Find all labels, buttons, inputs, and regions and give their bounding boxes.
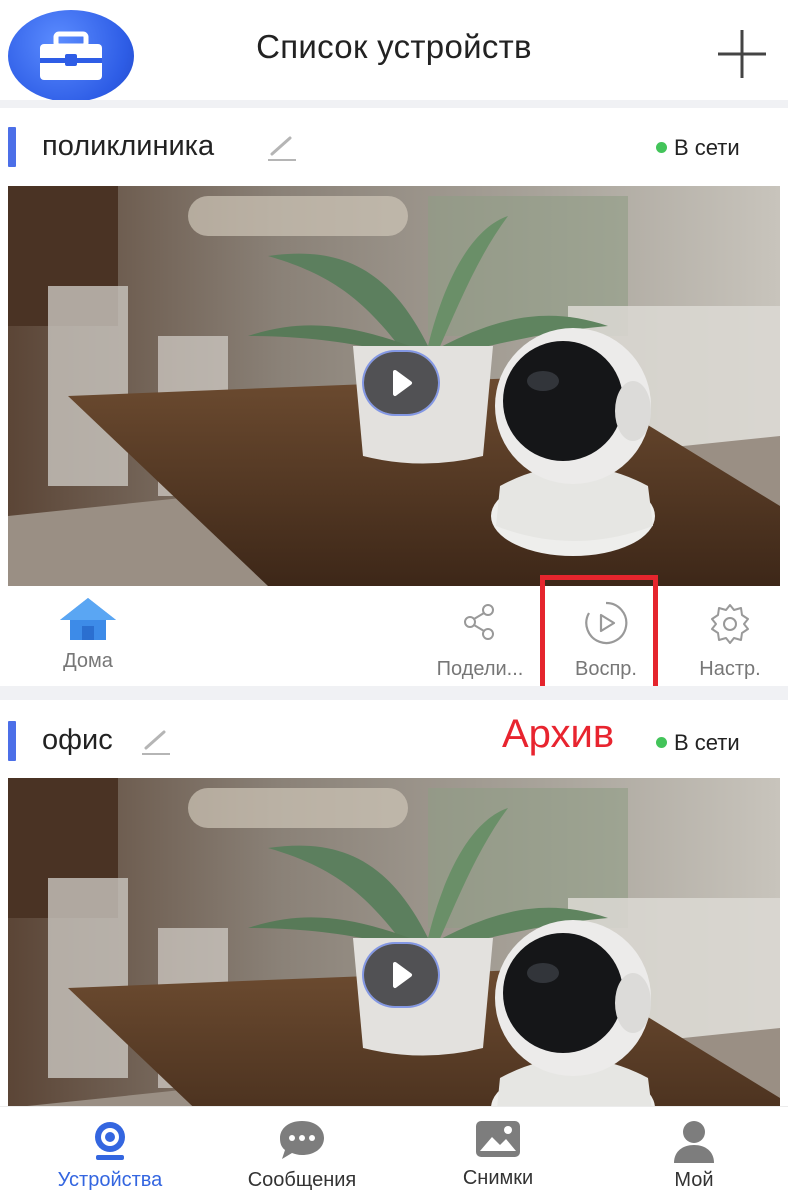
play-button[interactable] — [364, 944, 438, 1006]
webcam-icon — [95, 1122, 125, 1160]
device-name: поликлиника — [42, 130, 215, 162]
nav-mine-label: Мой — [674, 1169, 714, 1191]
divider — [0, 100, 788, 108]
playback-highlight-annotation — [540, 575, 658, 695]
accent-bar — [8, 127, 16, 167]
play-icon — [393, 962, 412, 988]
video-preview-poliklinika[interactable] — [8, 186, 780, 586]
bottom-navigation: Устройства Сообщения Снимки Мой — [0, 1106, 788, 1195]
nav-snapshots-label: Снимки — [462, 1167, 534, 1189]
nav-messages-label: Сообщения — [247, 1169, 357, 1191]
plus-icon — [718, 30, 766, 78]
edit-name-button[interactable] — [266, 130, 300, 164]
pencil-icon — [142, 730, 170, 755]
status-text: В сети — [674, 135, 740, 160]
accent-bar — [8, 721, 16, 761]
share-icon — [464, 604, 494, 640]
share-label: Подели... — [436, 658, 524, 680]
house-icon — [60, 598, 116, 640]
user-icon — [674, 1121, 714, 1163]
add-device-button[interactable] — [712, 24, 772, 84]
play-icon — [393, 370, 412, 396]
archive-annotation: Архив — [502, 712, 615, 756]
edit-name-button[interactable] — [140, 724, 174, 758]
status-badge: В сети — [656, 730, 740, 756]
nav-messages[interactable]: Сообщения — [232, 1113, 372, 1193]
gear-icon — [711, 604, 749, 644]
video-preview-ofis[interactable] — [8, 778, 780, 1106]
online-dot — [656, 141, 667, 153]
share-button[interactable]: Подели... — [428, 596, 532, 680]
device-header-poliklinika[interactable]: поликлиника В сети — [0, 108, 788, 186]
pencil-icon — [268, 136, 296, 161]
play-button[interactable] — [364, 352, 438, 414]
divider — [0, 686, 788, 700]
page-title: Список устройств — [256, 28, 532, 65]
nav-snapshots[interactable]: Снимки — [428, 1113, 568, 1193]
nav-devices[interactable]: Устройства — [40, 1113, 180, 1193]
home-mode-button[interactable]: Дома — [38, 596, 138, 676]
status-text: В сети — [674, 730, 740, 755]
online-dot — [656, 736, 667, 748]
device-header-ofis[interactable]: офис Архив В сети — [0, 700, 788, 778]
status-badge: В сети — [656, 135, 740, 161]
nav-devices-label: Устройства — [57, 1169, 163, 1191]
nav-mine[interactable]: Мой — [624, 1113, 764, 1193]
settings-label: Настр. — [699, 658, 761, 680]
app-header: Список устройств — [0, 0, 788, 102]
image-icon — [476, 1121, 520, 1157]
camera-preview-image — [8, 778, 780, 1106]
device-name: офис — [42, 724, 113, 756]
device-action-bar: Дома Подели... Воспр. Настр. — [8, 586, 780, 686]
settings-button[interactable]: Настр. — [680, 596, 780, 680]
chat-bubble-icon — [280, 1121, 324, 1159]
home-label: Дома — [63, 650, 113, 672]
